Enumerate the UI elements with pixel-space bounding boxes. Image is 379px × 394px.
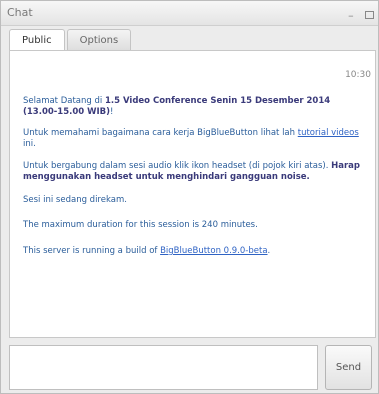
maximize-icon[interactable] <box>365 10 374 19</box>
message-list[interactable]: 10:30 Selamat Datang di 1.5 Video Confer… <box>9 50 376 338</box>
welcome-prefix: Selamat Datang di <box>23 96 105 106</box>
window-controls: – <box>345 4 374 23</box>
help-text: Untuk memahami bagaimana cara kerja BigB… <box>23 128 298 138</box>
chat-message-input[interactable] <box>9 345 318 390</box>
minimize-icon[interactable]: – <box>345 9 357 23</box>
audio-message: Untuk bergabung dalam sesi audio klik ik… <box>23 161 363 183</box>
window-title: Chat <box>7 6 33 19</box>
server-suffix: . <box>267 246 271 256</box>
server-message: This server is running a build of BigBlu… <box>23 246 363 257</box>
composer: Send <box>9 338 376 392</box>
help-message: Untuk memahami bagaimana cara kerja BigB… <box>23 128 363 150</box>
welcome-message: Selamat Datang di 1.5 Video Conference S… <box>23 96 363 118</box>
tutorial-videos-link[interactable]: tutorial videos <box>298 128 359 138</box>
tab-options[interactable]: Options <box>66 29 132 50</box>
message-timestamp: 10:30 <box>345 70 371 80</box>
audio-text: Untuk bergabung dalam sesi audio klik ik… <box>23 161 332 171</box>
tab-bar: Public Options <box>9 29 133 51</box>
send-button[interactable]: Send <box>325 345 372 390</box>
help-suffix: ini. <box>23 139 36 149</box>
title-bar[interactable]: Chat – <box>1 1 378 26</box>
duration-message: The maximum duration for this session is… <box>23 220 258 230</box>
bigbluebutton-link[interactable]: BigBlueButton 0.9.0-beta <box>160 246 267 256</box>
welcome-suffix: ! <box>110 107 114 117</box>
chat-window: Chat – Public Options 10:30 Selamat Data… <box>0 0 379 394</box>
tab-public[interactable]: Public <box>9 29 65 51</box>
recording-message: Sesi ini sedang direkam. <box>23 195 127 205</box>
server-text: This server is running a build of <box>23 246 161 256</box>
